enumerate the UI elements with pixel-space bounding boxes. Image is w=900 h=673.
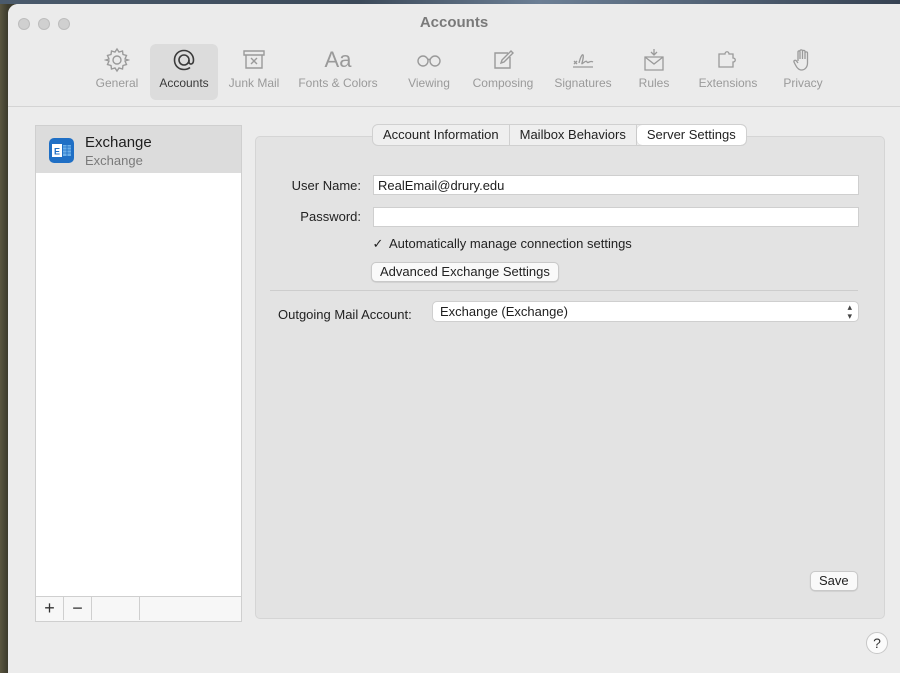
- pencil-square-icon: [488, 46, 518, 74]
- toolbar-accounts[interactable]: Accounts: [150, 44, 218, 100]
- puzzle-icon: [713, 46, 743, 74]
- add-account-button[interactable]: +: [36, 597, 64, 620]
- toolbar-label: Extensions: [698, 76, 758, 90]
- exchange-icon: E: [49, 138, 74, 163]
- remove-account-button[interactable]: −: [64, 597, 92, 620]
- titlebar: Accounts General Accounts Junk Mail Aa F…: [8, 4, 900, 107]
- password-field[interactable]: [373, 207, 859, 227]
- toolbar-label: Junk Mail: [228, 76, 280, 90]
- outgoing-mail-label: Outgoing Mail Account:: [278, 307, 412, 322]
- toolbar-composing[interactable]: Composing: [463, 44, 543, 100]
- signature-icon: [568, 46, 598, 74]
- outgoing-mail-account-select[interactable]: Exchange (Exchange) ▴ ▾: [432, 301, 859, 322]
- window-title: Accounts: [419, 14, 489, 31]
- toolbar-label: Fonts & Colors: [298, 76, 378, 90]
- toolbar-extensions[interactable]: Extensions: [691, 44, 765, 100]
- outgoing-mail-value: Exchange (Exchange): [440, 304, 568, 319]
- username-label: User Name:: [291, 178, 361, 193]
- toolbar-privacy[interactable]: Privacy: [774, 44, 832, 100]
- toolbar-label: Signatures: [554, 76, 612, 90]
- username-field[interactable]: [373, 175, 859, 195]
- gear-icon: [102, 46, 132, 74]
- tab-account-information[interactable]: Account Information: [373, 125, 510, 145]
- at-sign-icon: [169, 46, 199, 74]
- sidebar-options-spacer: [92, 597, 140, 620]
- toolbar-fonts-colors[interactable]: Aa Fonts & Colors: [290, 44, 386, 100]
- advanced-exchange-settings-button[interactable]: Advanced Exchange Settings: [371, 262, 559, 282]
- auto-manage-label: Automatically manage connection settings: [389, 236, 632, 251]
- tab-mailbox-behaviors[interactable]: Mailbox Behaviors: [510, 125, 637, 145]
- toolbar-label: Privacy: [783, 76, 823, 90]
- preferences-toolbar: General Accounts Junk Mail Aa Fonts & Co…: [8, 44, 900, 102]
- raised-hand-icon: [788, 46, 818, 74]
- account-name: Exchange: [85, 134, 152, 151]
- toolbar-label: Rules: [638, 76, 670, 90]
- divider: [270, 290, 858, 291]
- toolbar-label: Accounts: [159, 76, 209, 90]
- account-type: Exchange: [85, 153, 143, 168]
- password-label: Password:: [300, 209, 361, 224]
- tab-bar: Account Information Mailbox Behaviors Se…: [372, 124, 747, 146]
- toolbar-signatures[interactable]: Signatures: [546, 44, 620, 100]
- toolbar-junk-mail[interactable]: Junk Mail: [221, 44, 287, 100]
- tab-server-settings[interactable]: Server Settings: [636, 125, 746, 145]
- checkmark-icon[interactable]: ✓: [371, 236, 385, 251]
- envelope-rules-icon: [639, 46, 669, 74]
- accounts-window: Accounts General Accounts Junk Mail Aa F…: [8, 4, 900, 673]
- glasses-icon: [414, 46, 444, 74]
- auto-manage-checkbox-row[interactable]: ✓ Automatically manage connection settin…: [371, 236, 632, 252]
- junk-tray-icon: [239, 46, 269, 74]
- toolbar-viewing[interactable]: Viewing: [400, 44, 458, 100]
- toolbar-label: Viewing: [408, 76, 450, 90]
- svg-text:E: E: [54, 147, 60, 157]
- save-button[interactable]: Save: [810, 571, 858, 591]
- updown-chevron-icon: ▴ ▾: [847, 302, 852, 321]
- account-row-exchange[interactable]: E Exchange Exchange: [36, 126, 241, 173]
- toolbar-general[interactable]: General: [88, 44, 146, 100]
- toolbar-rules[interactable]: Rules: [632, 44, 676, 100]
- toolbar-label: General: [95, 76, 139, 90]
- sidebar-button-bar: + −: [36, 596, 241, 621]
- accounts-list[interactable]: E Exchange Exchange + −: [35, 125, 242, 622]
- font-aa-icon: Aa: [324, 47, 352, 72]
- toolbar-label: Composing: [472, 76, 534, 90]
- help-button[interactable]: ?: [866, 632, 888, 654]
